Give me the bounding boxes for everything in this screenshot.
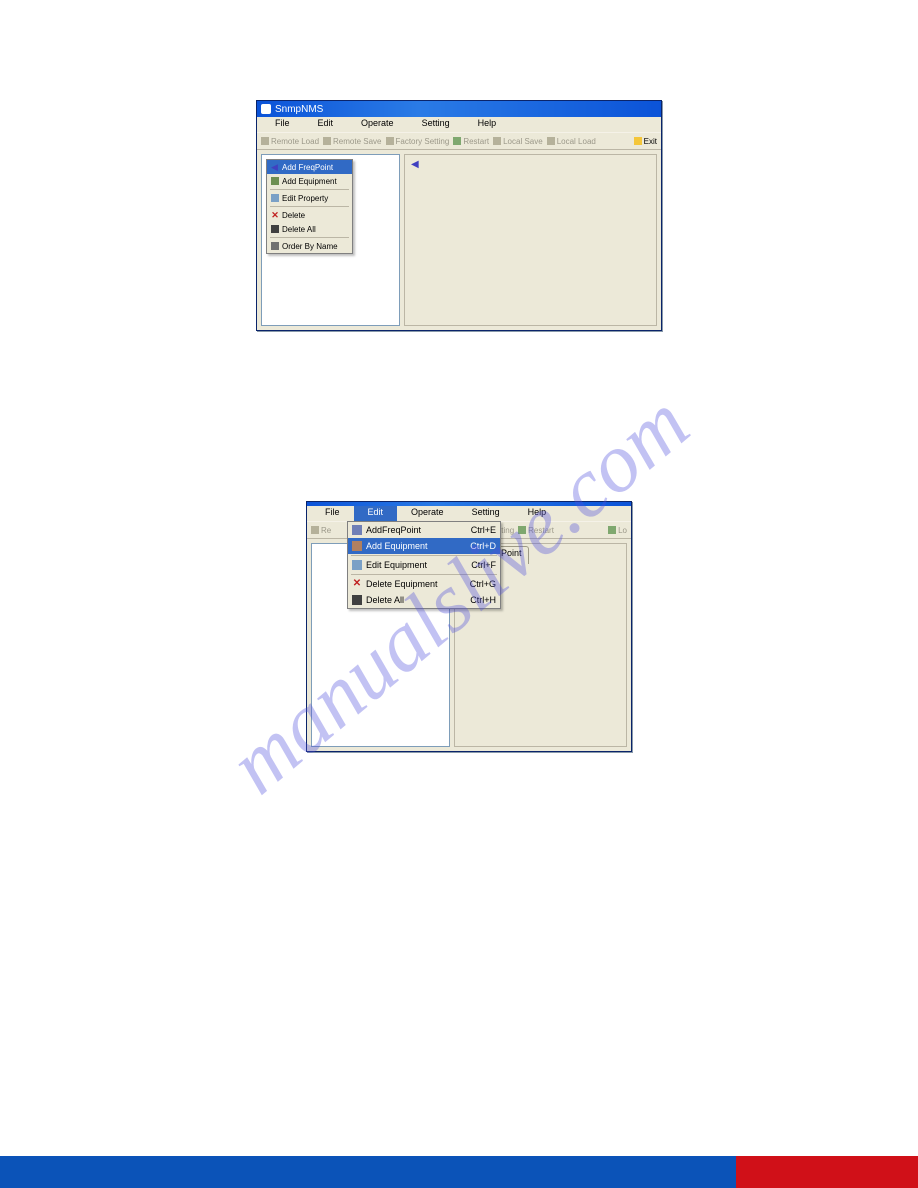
tb-factory-setting[interactable]: Factory Setting	[386, 137, 450, 146]
menu-edit[interactable]: Edit	[304, 117, 348, 132]
menu-edit[interactable]: Edit	[354, 506, 398, 521]
ctx-separator	[270, 206, 349, 207]
edit-dropdown-menu: AddFreqPointCtrl+E Add EquipmentCtrl+D E…	[347, 521, 501, 609]
arrow-icon: ◀	[271, 163, 279, 171]
ctx-delete-all[interactable]: Delete All	[267, 222, 352, 236]
edit-add-equipment[interactable]: Add EquipmentCtrl+D	[348, 538, 500, 554]
tb-right[interactable]: Lo	[608, 526, 627, 535]
delete-icon: ✕	[271, 211, 279, 219]
footer-blue	[0, 1156, 736, 1188]
edit-separator	[351, 555, 497, 556]
tb-local-save[interactable]: Local Save	[493, 137, 543, 146]
tree-pane[interactable]: ◀Add FreqPoint Add Equipment Edit Proper…	[261, 154, 400, 326]
delete-all-icon	[352, 595, 362, 605]
detail-pane: ◀	[404, 154, 657, 326]
ctx-order-by-name[interactable]: Order By Name	[267, 239, 352, 253]
edit-delete-equipment[interactable]: ✕Delete EquipmentCtrl+G	[348, 576, 500, 592]
order-icon	[271, 242, 279, 250]
menu-operate[interactable]: Operate	[347, 117, 408, 132]
edit-add-freqpoint[interactable]: AddFreqPointCtrl+E	[348, 522, 500, 538]
app-window-2: File Edit Operate Setting Help Re Settin…	[306, 501, 632, 752]
menu-file[interactable]: File	[261, 117, 304, 132]
tb-remote-save[interactable]: Remote Save	[323, 137, 381, 146]
save-icon	[608, 526, 616, 534]
tb-local-load[interactable]: Local Load	[547, 137, 596, 146]
app-icon	[261, 104, 271, 114]
context-menu: ◀Add FreqPoint Add Equipment Edit Proper…	[266, 159, 353, 254]
menu-file[interactable]: File	[311, 506, 354, 521]
ctx-add-freqpoint[interactable]: ◀Add FreqPoint	[267, 160, 352, 174]
ctx-delete[interactable]: ✕Delete	[267, 208, 352, 222]
tb-restart[interactable]: Restart	[453, 137, 489, 146]
exit-icon	[634, 137, 642, 145]
menu-setting[interactable]: Setting	[458, 506, 514, 521]
delete-equipment-icon: ✕	[352, 579, 362, 589]
menu-operate[interactable]: Operate	[397, 506, 458, 521]
titlebar: SnmpNMS	[257, 101, 661, 117]
pointer-arrow-icon: ◀	[411, 159, 419, 170]
edit-edit-equipment[interactable]: Edit EquipmentCtrl+F	[348, 557, 500, 573]
edit-delete-all[interactable]: Delete AllCtrl+H	[348, 592, 500, 608]
tb-restart[interactable]: Restart	[518, 526, 554, 535]
menu-setting[interactable]: Setting	[408, 117, 464, 132]
tb-exit[interactable]: Exit	[634, 137, 657, 146]
add-icon	[271, 177, 279, 185]
edit-equipment-icon	[352, 560, 362, 570]
tb-left[interactable]: Re	[311, 526, 331, 535]
page-footer	[0, 1156, 918, 1188]
ctx-edit-property[interactable]: Edit Property	[267, 191, 352, 205]
tb-remote-load[interactable]: Remote Load	[261, 137, 319, 146]
ctx-add-equipment[interactable]: Add Equipment	[267, 174, 352, 188]
add-equipment-icon	[352, 541, 362, 551]
ctx-separator	[270, 189, 349, 190]
menubar: File Edit Operate Setting Help	[257, 117, 661, 132]
window-title: SnmpNMS	[275, 104, 323, 115]
menubar: File Edit Operate Setting Help	[307, 506, 631, 521]
ctx-separator	[270, 237, 349, 238]
toolbar: Remote Load Remote Save Factory Setting …	[257, 132, 661, 150]
menu-help[interactable]: Help	[514, 506, 561, 521]
edit-separator	[351, 574, 497, 575]
app-window-1: SnmpNMS File Edit Operate Setting Help R…	[256, 100, 662, 331]
trash-icon	[271, 225, 279, 233]
add-freqpoint-icon	[352, 525, 362, 535]
menu-help[interactable]: Help	[464, 117, 511, 132]
edit-icon	[271, 194, 279, 202]
footer-red	[736, 1156, 918, 1188]
